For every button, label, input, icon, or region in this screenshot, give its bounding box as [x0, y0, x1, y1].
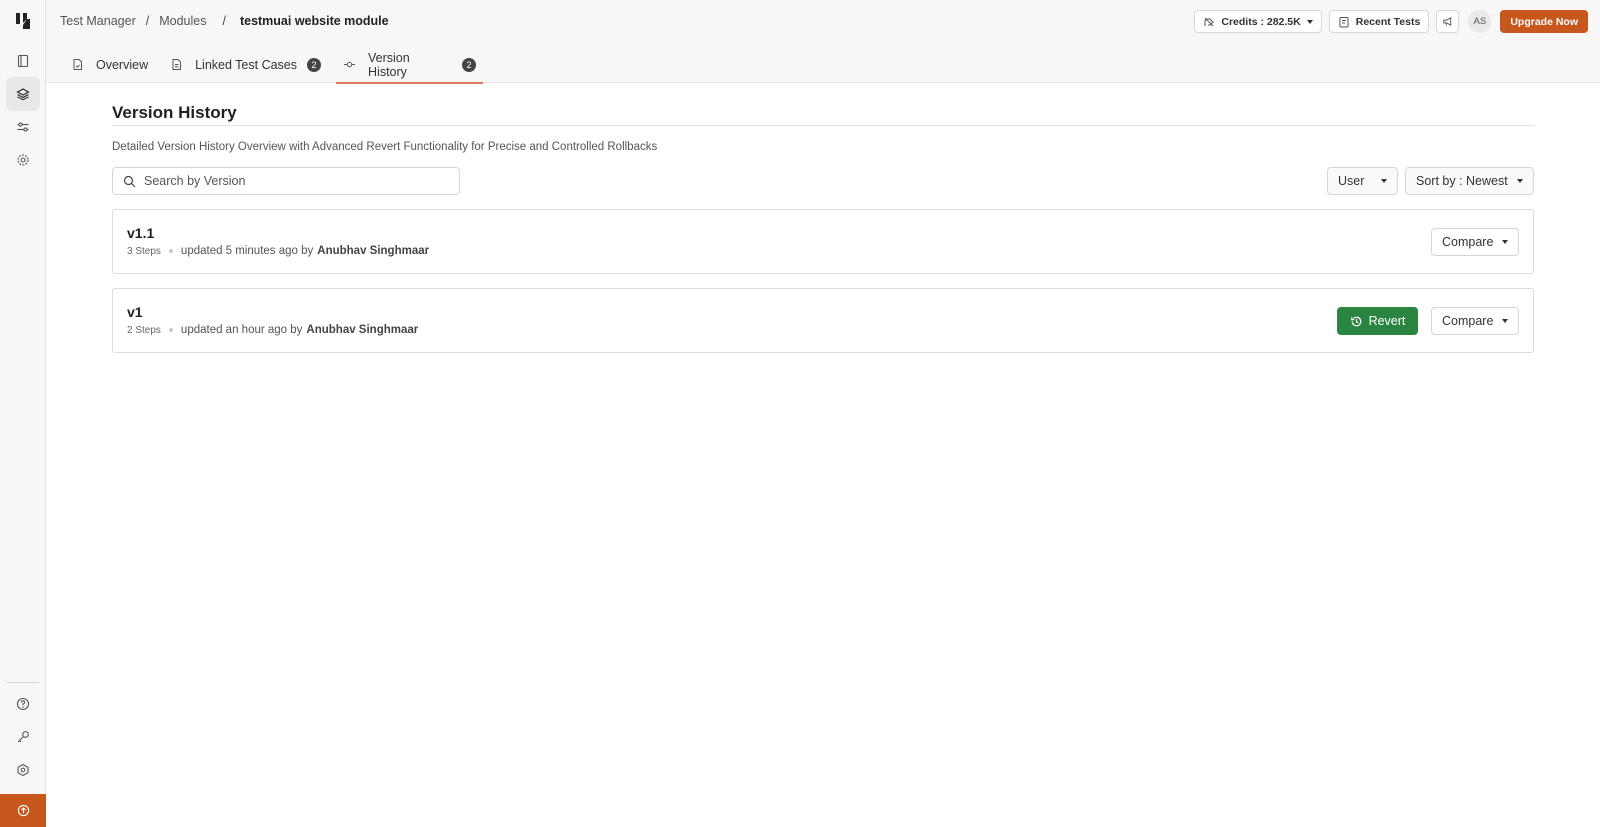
recent-tests-label: Recent Tests [1355, 15, 1421, 28]
logo[interactable] [13, 11, 33, 31]
gear-icon [17, 154, 29, 166]
sidebar-item-book[interactable] [6, 44, 40, 78]
search-input[interactable] [144, 174, 434, 188]
sidebar-item-admin[interactable] [6, 753, 40, 787]
clipboard-icon [1339, 16, 1349, 27]
author-name: Anubhav Singhmaar [317, 245, 430, 257]
compare-dropdown[interactable]: Compare [1431, 307, 1519, 335]
filter-toolbar: User Sort by : Newest [112, 167, 1534, 195]
tab-count-badge: 2 [307, 57, 322, 72]
page-subtitle: Detailed Version History Overview with A… [112, 141, 658, 153]
main-content: Version History Detailed Version History… [112, 83, 1534, 353]
sort-label: Sort by : Newest [1416, 174, 1508, 188]
title-divider [112, 125, 1534, 126]
sidebar-item-key[interactable] [6, 720, 40, 754]
breadcrumb-separator: / [145, 14, 150, 28]
version-card: v1 2 Steps updated an hour ago by Anubha… [112, 288, 1534, 353]
breadcrumb-separator: / [222, 14, 226, 28]
top-bar: Test Manager / Modules / testmuai websit… [46, 0, 1600, 84]
revert-button[interactable]: Revert [1337, 307, 1418, 335]
tab-label: Version History [368, 50, 410, 79]
version-number: v1.1 [127, 225, 155, 241]
page-title: Version History [112, 103, 237, 122]
tab-overview[interactable]: Overview [64, 46, 155, 83]
linked-document-icon [172, 59, 182, 70]
breadcrumb-current: testmuai website module [239, 14, 389, 28]
separator-dot [168, 249, 173, 253]
chevron-down-icon [1502, 319, 1508, 323]
credits-dropdown[interactable]: Credits : 282.5K [1194, 10, 1322, 33]
chevron-down-icon [1381, 179, 1387, 183]
updated-text: updated 5 minutes ago by [180, 245, 314, 257]
history-icon [1350, 316, 1361, 326]
sliders-icon [17, 122, 29, 132]
sidebar-item-layers[interactable] [6, 77, 40, 111]
user-filter-label: User [1338, 174, 1365, 188]
breadcrumb-test-manager[interactable]: Test Manager [60, 14, 136, 28]
version-number: v1 [127, 304, 143, 320]
tab-count-badge: 2 [462, 57, 477, 72]
avatar[interactable]: AS [1468, 10, 1492, 33]
updated-text: updated an hour ago by [180, 324, 303, 336]
credits-label: Credits : 282.5K [1221, 15, 1301, 28]
sort-dropdown[interactable]: Sort by : Newest [1405, 167, 1534, 195]
step-count: 3 Steps [127, 245, 161, 257]
breadcrumb-modules[interactable]: Modules [159, 14, 206, 28]
breadcrumb: Test Manager / Modules / testmuai websit… [60, 14, 389, 28]
step-count: 2 Steps [127, 324, 161, 336]
settings-hex-icon [17, 763, 29, 777]
tab-linked-test-cases[interactable]: Linked Test Cases 2 [163, 46, 328, 83]
search-icon [123, 175, 136, 187]
revert-label: Revert [1368, 314, 1406, 328]
compare-label: Compare [1442, 314, 1494, 328]
help-icon [16, 697, 30, 711]
credits-icon [1204, 17, 1215, 26]
tabs: Overview Linked Test Cases 2 Version His… [64, 46, 491, 84]
compare-label: Compare [1442, 235, 1494, 249]
chevron-down-icon [1502, 240, 1508, 244]
separator-dot [168, 328, 173, 332]
book-icon [17, 54, 29, 68]
upgrade-circle-icon [17, 804, 29, 817]
author-name: Anubhav Singhmaar [306, 324, 419, 336]
sidebar-divider [7, 682, 39, 683]
version-meta: 3 Steps updated 5 minutes ago by Anubhav… [127, 245, 429, 257]
version-card: v1.1 3 Steps updated 5 minutes ago by An… [112, 209, 1534, 274]
version-meta: 2 Steps updated an hour ago by Anubhav S… [127, 324, 418, 336]
sidebar [0, 0, 46, 827]
upgrade-now-button[interactable]: Upgrade Now [1500, 10, 1588, 33]
sidebar-item-settings[interactable] [6, 143, 40, 177]
user-filter-dropdown[interactable]: User [1327, 167, 1398, 195]
tab-version-history[interactable]: Version History 2 [336, 46, 484, 84]
document-icon [73, 59, 82, 70]
tab-label: Overview [96, 57, 149, 72]
announcements-button[interactable] [1436, 10, 1460, 33]
sidebar-upgrade-button[interactable] [0, 794, 46, 827]
sidebar-item-help[interactable] [6, 687, 40, 721]
compare-dropdown[interactable]: Compare [1431, 228, 1519, 256]
sidebar-item-sliders[interactable] [6, 110, 40, 144]
commit-icon [344, 61, 356, 68]
chevron-down-icon [1306, 19, 1313, 24]
search-box[interactable] [112, 167, 460, 195]
layers-icon [16, 88, 30, 101]
key-icon [17, 731, 29, 743]
chevron-down-icon [1517, 179, 1523, 183]
megaphone-icon [1443, 17, 1452, 26]
tab-label: Linked Test Cases [195, 57, 298, 72]
recent-tests-button[interactable]: Recent Tests [1328, 10, 1430, 33]
top-actions: Credits : 282.5K Recent Tests AS Upgrade… [1194, 10, 1588, 33]
